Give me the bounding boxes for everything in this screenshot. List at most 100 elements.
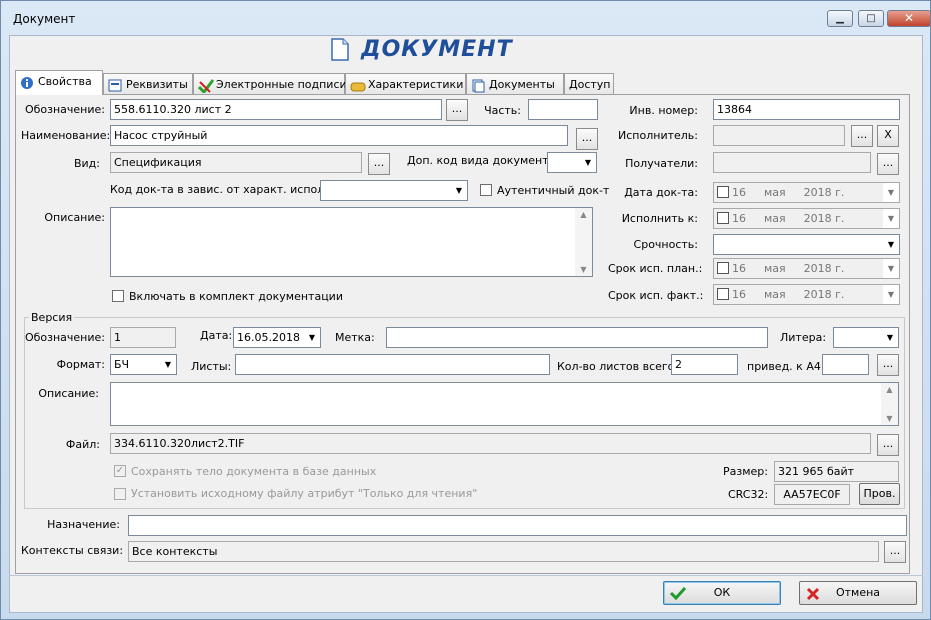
sheets-label: Листы: [191, 360, 232, 373]
part-input[interactable] [528, 99, 598, 120]
designation-browse-button[interactable]: ... [446, 99, 468, 121]
chevron-down-icon [882, 328, 898, 347]
description-textarea[interactable]: ▲ ▼ [110, 207, 593, 277]
tab-access[interactable]: Доступ [564, 73, 614, 95]
file-field: 334.6110.320лист2.TIF [110, 433, 871, 454]
executor-browse-button[interactable]: ... [851, 125, 873, 147]
day-value: 16 [732, 212, 746, 225]
name-browse-button[interactable]: ... [576, 128, 598, 150]
month-value: мая [764, 212, 786, 225]
fact-date-picker[interactable]: 16 мая 2018 г. [713, 284, 900, 305]
minimize-button[interactable]: ▁ [827, 10, 853, 27]
file-browse-button[interactable]: ... [877, 434, 899, 456]
year-value: 2018 г. [803, 212, 845, 225]
ok-label: ОК [713, 586, 731, 599]
contexts-browse-button[interactable]: ... [884, 541, 906, 563]
plan-date-label: Срок исп. план.: [608, 262, 703, 275]
executor-clear-button[interactable]: X [877, 125, 899, 147]
save-body-checkbox[interactable]: ✓ [114, 465, 126, 477]
recipients-browse-button[interactable]: ... [877, 153, 899, 175]
ok-button[interactable]: ОК [663, 581, 781, 605]
name-input[interactable]: Насос струйный [110, 125, 568, 146]
mark-input[interactable] [386, 327, 768, 348]
chevron-down-icon [304, 328, 320, 347]
documents-icon [471, 79, 485, 92]
size-field: 321 965 байт [774, 461, 899, 482]
tab-label: Доступ [569, 78, 611, 91]
close-button[interactable]: ✕ [887, 10, 931, 27]
due-checkbox[interactable] [717, 212, 729, 224]
checkmark-icon [669, 586, 687, 608]
letter-select[interactable] [833, 327, 899, 348]
cancel-button[interactable]: Отмена [799, 581, 917, 605]
format-value: БЧ [114, 358, 130, 371]
a4-label: привед. к А4: [747, 360, 825, 373]
date-doc-picker[interactable]: 16 мая 2018 г. [713, 182, 900, 203]
chevron-down-icon [883, 259, 899, 278]
code-usage-select[interactable] [320, 180, 468, 201]
chevron-down-icon [883, 183, 899, 202]
authentic-label: Аутентичный док-т [497, 184, 610, 197]
tab-requisites[interactable]: Реквизиты [103, 73, 193, 95]
extra-code-label: Доп. код вида документа: [407, 154, 560, 167]
tab-documents[interactable]: Документы [466, 73, 564, 95]
version-description-scrollbar[interactable]: ▲ ▼ [881, 383, 898, 425]
due-date-picker[interactable]: 16 мая 2018 г. [713, 208, 900, 229]
version-date-picker[interactable]: 16.05.2018 [233, 327, 321, 348]
version-designation-field: 1 [110, 327, 176, 348]
executor-label: Исполнитель: [618, 129, 698, 142]
date-doc-checkbox[interactable] [717, 186, 729, 198]
version-designation-label: Обозначение: [24, 331, 105, 344]
tab-label: Электронные подписи [216, 78, 347, 91]
urgency-select[interactable] [713, 234, 900, 255]
authentic-checkbox[interactable] [480, 184, 492, 196]
file-label: Файл: [65, 438, 100, 451]
page-title: ДОКУМЕНТ [361, 37, 513, 62]
designation-input[interactable]: 558.6110.320 лист 2 [110, 99, 442, 120]
window-title: Документ [13, 12, 76, 26]
tab-label: Реквизиты [126, 78, 188, 91]
tab-properties[interactable]: Свойства [15, 70, 103, 95]
crc-field: AA57EC0F [774, 484, 850, 505]
check-crc-button[interactable]: Пров. [859, 483, 900, 505]
readonly-label: Установить исходному файлу атрибут "Толь… [131, 487, 478, 500]
inv-number-input[interactable]: 13864 [713, 99, 900, 120]
readonly-checkbox[interactable] [114, 488, 126, 500]
contexts-field: Все контексты [128, 541, 879, 562]
plan-checkbox[interactable] [717, 262, 729, 274]
month-value: мая [764, 288, 786, 301]
description-scrollbar[interactable]: ▲ ▼ [575, 208, 592, 276]
chevron-down-icon [160, 355, 176, 374]
fact-checkbox[interactable] [717, 288, 729, 300]
total-sheets-input[interactable]: 2 [671, 354, 738, 375]
month-value: мая [764, 186, 786, 199]
version-description-textarea[interactable]: ▲ ▼ [110, 382, 899, 426]
info-icon [20, 76, 34, 89]
version-description-label: Описание: [38, 387, 99, 400]
footer-divider [9, 575, 923, 576]
a4-browse-button[interactable]: ... [877, 354, 899, 376]
cross-icon [806, 587, 820, 609]
tab-characteristics[interactable]: Характеристики [345, 73, 466, 95]
version-date-label: Дата: [200, 329, 233, 342]
purpose-input[interactable] [128, 515, 907, 536]
kind-label: Вид: [73, 157, 100, 170]
include-checkbox[interactable] [112, 290, 124, 302]
month-value: мая [764, 262, 786, 275]
size-label: Размер: [723, 465, 768, 478]
total-sheets-label: Кол-во листов всего: [557, 360, 679, 373]
chevron-down-icon [883, 235, 899, 254]
sheets-input[interactable] [235, 354, 550, 375]
format-select[interactable]: БЧ [110, 354, 177, 375]
kind-browse-button[interactable]: ... [368, 153, 390, 175]
version-date-value: 16.05.2018 [237, 331, 300, 344]
a4-input[interactable] [822, 354, 869, 375]
plan-date-picker[interactable]: 16 мая 2018 г. [713, 258, 900, 279]
checkmark-icon [197, 78, 215, 94]
tab-signatures[interactable]: Электронные подписи [193, 73, 347, 95]
recipients-label: Получатели: [625, 157, 698, 170]
extra-code-select[interactable] [547, 152, 597, 173]
tags-icon [350, 79, 366, 92]
recipients-field [713, 152, 871, 173]
maximize-button[interactable]: □ [858, 10, 884, 27]
